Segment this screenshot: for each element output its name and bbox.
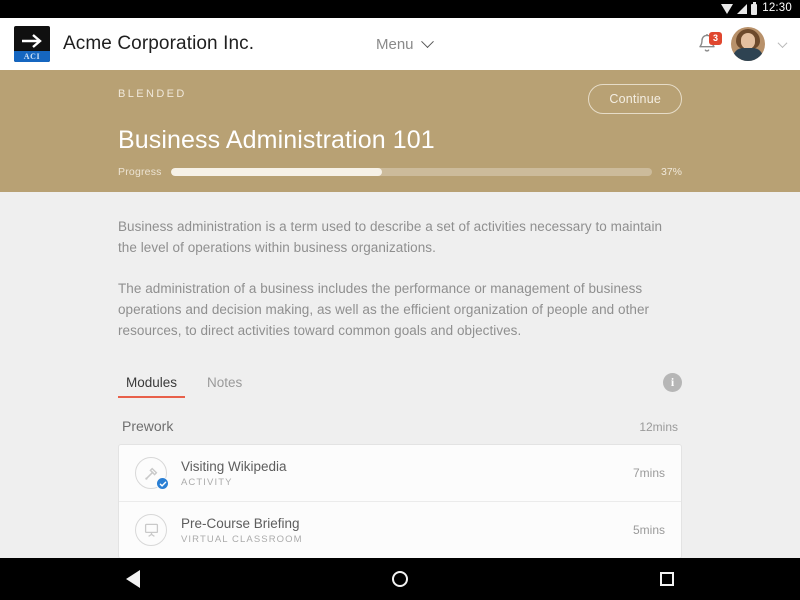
- completed-check-icon: [156, 477, 169, 490]
- status-clock: 12:30: [762, 2, 792, 15]
- progress-row: Progress 37%: [118, 166, 682, 178]
- progress-label: Progress: [118, 166, 162, 178]
- check-glyph: [159, 481, 166, 487]
- android-status-bar: 12:30: [0, 0, 800, 18]
- list-item-text: Pre-Course Briefing VIRTUAL CLASSROOM: [181, 516, 619, 545]
- activity-icon: [135, 457, 169, 490]
- list-item-text: Visiting Wikipedia ACTIVITY: [181, 459, 619, 488]
- arrow-right-icon: [22, 34, 42, 48]
- description-paragraph-1: Business administration is a term used t…: [118, 219, 663, 255]
- list-item-duration: 5mins: [632, 523, 665, 537]
- hero-inner: BLENDED Continue Business Administration…: [0, 84, 800, 178]
- list-item-type: VIRTUAL CLASSROOM: [181, 533, 303, 545]
- nav-back-button[interactable]: [73, 570, 193, 588]
- course-body: Business administration is a term used t…: [0, 216, 800, 600]
- tab-notes[interactable]: Notes: [199, 375, 250, 398]
- tab-bar: Modules Notes i: [118, 373, 682, 400]
- avatar-chevron-down-icon[interactable]: [777, 37, 788, 48]
- virtual-classroom-icon: [135, 514, 167, 546]
- list-item-type: ACTIVITY: [181, 476, 233, 488]
- back-triangle-icon: [126, 570, 141, 588]
- android-nav-bar: [0, 558, 800, 600]
- notification-badge: 3: [709, 32, 722, 45]
- status-icon-group: [721, 1, 758, 15]
- virtual-classroom-glyph: [144, 523, 158, 537]
- nav-recents-button[interactable]: [607, 572, 727, 586]
- module-card: Visiting Wikipedia ACTIVITY 7mins Pre-Co…: [118, 444, 682, 559]
- app-header: ACI Acme Corporation Inc. Menu 3: [0, 18, 800, 70]
- info-icon[interactable]: i: [663, 373, 682, 392]
- logo-wordmark: ACI: [14, 51, 50, 62]
- header-actions: 3: [697, 27, 788, 61]
- continue-button[interactable]: Continue: [588, 84, 682, 114]
- nav-home-button[interactable]: [340, 571, 460, 587]
- list-item-title: Pre-Course Briefing: [181, 515, 300, 531]
- home-circle-icon: [391, 571, 408, 587]
- notifications-button[interactable]: 3: [697, 32, 722, 55]
- avatar-body: [733, 48, 763, 61]
- chevron-down-icon: [420, 34, 434, 48]
- progress-bar-fill: [170, 168, 383, 176]
- battery-icon: [751, 1, 758, 15]
- description-paragraph-2: The administration of a business include…: [118, 281, 650, 338]
- menu-label: Menu: [376, 35, 414, 53]
- page-title: Business Administration 101: [118, 126, 435, 154]
- list-item[interactable]: Visiting Wikipedia ACTIVITY 7mins: [119, 445, 681, 501]
- brand-block[interactable]: ACI Acme Corporation Inc.: [14, 26, 254, 62]
- avatar[interactable]: [731, 27, 765, 61]
- list-item-duration: 7mins: [632, 466, 665, 480]
- brand-title: Acme Corporation Inc.: [63, 33, 255, 54]
- recents-square-icon: [659, 572, 674, 586]
- list-item[interactable]: Pre-Course Briefing VIRTUAL CLASSROOM 5m…: [119, 501, 681, 558]
- progress-bar: [170, 168, 652, 176]
- tab-modules[interactable]: Modules: [118, 375, 186, 398]
- app-screen: 12:30 ACI Acme Corporation Inc. Menu 3 B…: [0, 0, 800, 600]
- list-item-title: Visiting Wikipedia: [181, 458, 287, 474]
- course-hero: BLENDED Continue Business Administration…: [0, 70, 800, 192]
- company-logo[interactable]: ACI: [14, 26, 50, 62]
- section-title: Prework: [122, 418, 174, 434]
- section-header: Prework 12mins: [118, 400, 682, 444]
- progress-percent: 37%: [660, 166, 682, 178]
- section-duration: 12mins: [639, 420, 678, 434]
- signal-icon: [737, 4, 748, 14]
- wifi-icon: [721, 4, 734, 14]
- module-section-prework: Prework 12mins Visiting Wikipedia ACTIVI…: [118, 400, 682, 559]
- menu-dropdown[interactable]: Menu: [376, 34, 434, 53]
